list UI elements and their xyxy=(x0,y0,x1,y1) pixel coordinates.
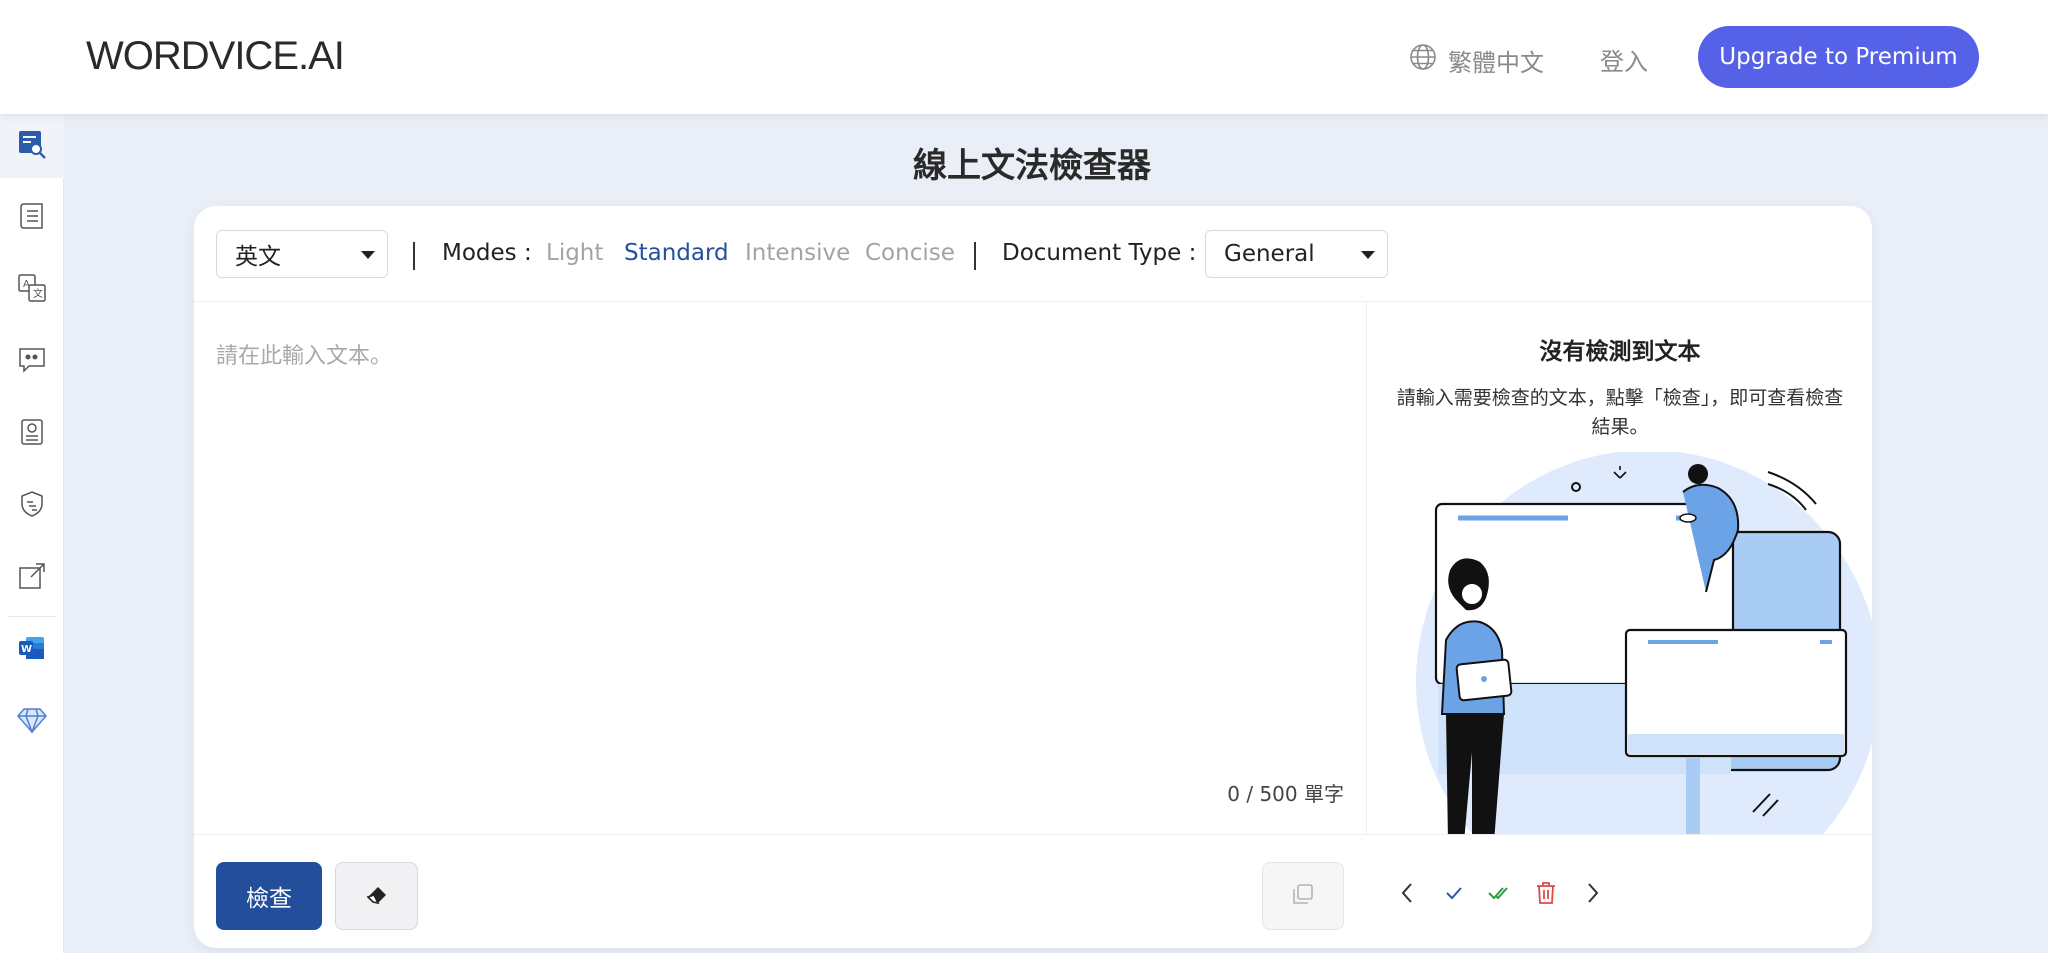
next-suggestion-button[interactable] xyxy=(1576,879,1608,911)
toolbar-divider xyxy=(974,242,976,270)
language-select-value: 英文 xyxy=(235,244,281,270)
certificate-icon xyxy=(17,417,47,451)
sidebar: A 文 W xyxy=(0,114,64,953)
empty-state-illustration xyxy=(1368,450,1872,834)
chevron-down-icon xyxy=(361,251,375,259)
sidebar-item-premium[interactable] xyxy=(0,690,64,754)
sidebar-item-chat[interactable] xyxy=(0,330,64,394)
sidebar-item-word-addin[interactable]: W xyxy=(0,618,64,682)
mode-standard[interactable]: Standard xyxy=(624,240,729,266)
modes-label: Modes : xyxy=(442,240,532,266)
double-check-icon xyxy=(1487,883,1513,907)
checker-toolbar: 英文 Modes : Light Standard Intensive Conc… xyxy=(194,206,1872,302)
word-addin-icon: W xyxy=(17,633,47,667)
svg-text:文: 文 xyxy=(33,287,43,300)
word-counter: 0 / 500 單字 xyxy=(1227,782,1344,806)
input-placeholder: 請在此輸入文本。 xyxy=(216,344,393,369)
language-label: 繁體中文 xyxy=(1448,48,1544,77)
login-link[interactable]: 登入 xyxy=(1600,42,1648,77)
sidebar-item-translate[interactable]: A 文 xyxy=(0,258,64,322)
chevron-left-icon xyxy=(1398,882,1418,908)
chevron-right-icon xyxy=(1582,882,1602,908)
check-icon xyxy=(1444,883,1464,907)
sidebar-item-external[interactable] xyxy=(0,546,64,610)
delete-button[interactable] xyxy=(1530,879,1562,911)
sidebar-item-ai-detector[interactable] xyxy=(0,474,64,538)
shield-ai-icon xyxy=(17,489,47,523)
mode-light[interactable]: Light xyxy=(546,240,603,266)
sidebar-item-documents[interactable] xyxy=(0,186,64,250)
language-select[interactable]: 英文 xyxy=(216,230,388,278)
logo[interactable]: WORDVICE.AI xyxy=(86,34,345,79)
chevron-down-icon xyxy=(1361,251,1375,259)
sidebar-divider xyxy=(8,616,56,617)
results-description: 請輸入需要檢查的文本，點擊「檢查」，即可查看檢查結果。 xyxy=(1396,387,1844,438)
svg-text:W: W xyxy=(21,644,32,655)
mode-intensive[interactable]: Intensive xyxy=(745,240,850,266)
results-panel: 沒有檢測到文本 請輸入需要檢查的文本，點擊「檢查」，即可查看檢查結果。 xyxy=(1368,302,1872,834)
external-link-icon xyxy=(17,561,47,595)
previous-suggestion-button[interactable] xyxy=(1392,879,1424,911)
chat-quote-icon xyxy=(17,345,47,379)
globe-icon xyxy=(1408,42,1438,78)
copy-icon xyxy=(1290,881,1316,911)
copy-button[interactable] xyxy=(1262,862,1344,930)
trash-icon xyxy=(1535,881,1557,909)
grammar-checker-card: 英文 Modes : Light Standard Intensive Conc… xyxy=(194,206,1872,948)
results-title: 沒有檢測到文本 xyxy=(1539,339,1701,365)
document-list-icon xyxy=(17,201,47,235)
upgrade-premium-button[interactable]: Upgrade to Premium xyxy=(1698,26,1979,88)
text-input-area[interactable]: 請在此輸入文本。 0 / 500 單字 xyxy=(194,302,1367,834)
svg-text:A: A xyxy=(23,279,30,290)
document-type-value: General xyxy=(1224,241,1315,267)
sidebar-item-certificate[interactable] xyxy=(0,402,64,466)
check-button[interactable]: 檢查 xyxy=(216,862,322,930)
mode-concise[interactable]: Concise xyxy=(865,240,955,266)
accept-all-button[interactable] xyxy=(1484,879,1516,911)
document-type-select[interactable]: General xyxy=(1205,230,1388,278)
action-bar: 檢查 xyxy=(194,834,1872,948)
language-selector[interactable]: 繁體中文 xyxy=(1408,42,1544,78)
translate-icon: A 文 xyxy=(16,272,48,308)
page-title: 線上文法檢查器 xyxy=(913,146,1151,186)
top-header: WORDVICE.AI 繁體中文 登入 Upgrade to Premium xyxy=(0,0,2048,114)
clear-text-button[interactable] xyxy=(335,862,418,930)
document-type-label: Document Type : xyxy=(1002,240,1197,266)
eraser-icon xyxy=(364,881,390,911)
diamond-icon xyxy=(16,705,48,739)
toolbar-divider xyxy=(413,242,415,270)
accept-suggestion-button[interactable] xyxy=(1438,879,1470,911)
